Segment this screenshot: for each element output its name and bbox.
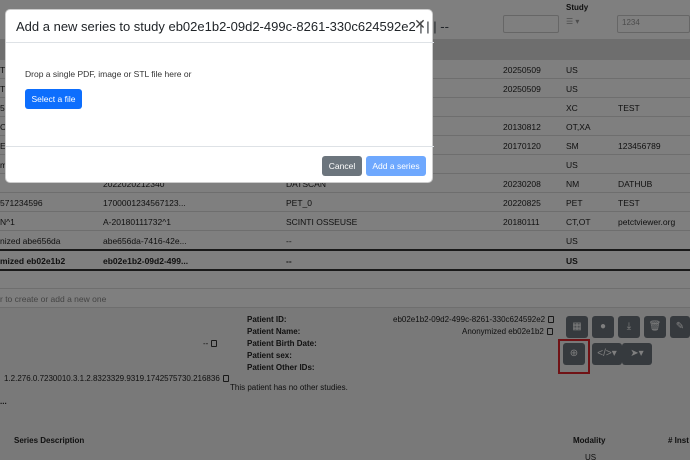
add-series-submit-button[interactable]: Add a series <box>366 156 426 176</box>
cancel-button[interactable]: Cancel <box>322 156 362 176</box>
drop-zone-text[interactable]: Drop a single PDF, image or STL file her… <box>25 69 191 79</box>
modal-footer: Cancel Add a series <box>6 146 434 184</box>
modal-header: Add a new series to study eb02e1b2-09d2-… <box>6 10 449 43</box>
modal-body: Drop a single PDF, image or STL file her… <box>6 43 434 146</box>
modal-title: Add a new series to study eb02e1b2-09d2-… <box>16 19 449 34</box>
select-file-button[interactable]: Select a file <box>25 89 82 109</box>
add-series-modal: Add a new series to study eb02e1b2-09d2-… <box>5 9 449 184</box>
close-icon[interactable]: ✕ <box>414 17 426 31</box>
